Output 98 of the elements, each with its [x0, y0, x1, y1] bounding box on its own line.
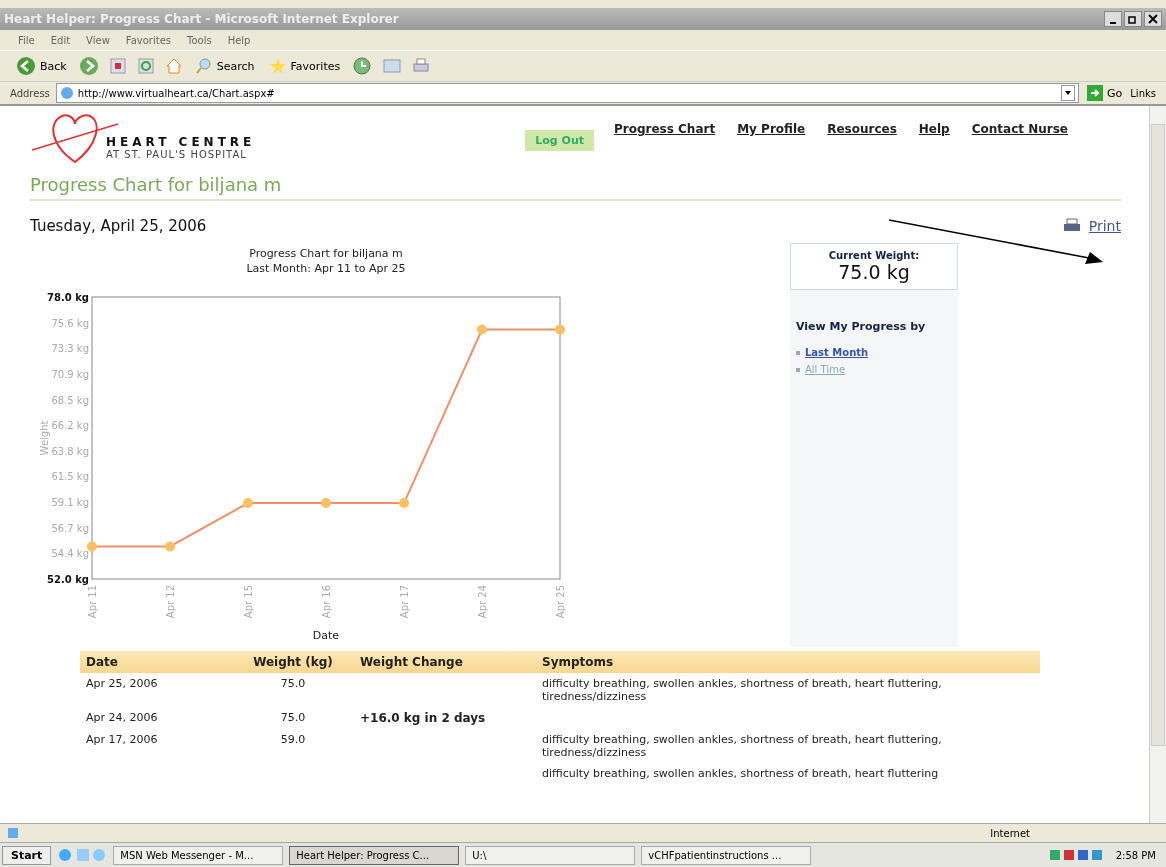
view-progress-heading: View My Progress by [796, 320, 927, 333]
column-header: Date [80, 651, 232, 673]
go-button[interactable]: Go [1085, 85, 1125, 101]
menu-item[interactable]: Help [227, 34, 251, 46]
view-option-link[interactable]: Last Month [805, 347, 869, 358]
nav-link[interactable]: My Profile [737, 122, 806, 136]
taskbar-button[interactable]: Heart Helper: Progress C... [289, 845, 460, 865]
table-cell: Apr 25, 2006 [86, 677, 158, 690]
y-tick-label: 52.0 kg [47, 574, 89, 585]
nav-link[interactable]: Contact Nurse [971, 122, 1068, 136]
close-icon [1148, 14, 1158, 24]
taskbar-button[interactable]: U:\ [465, 845, 636, 865]
nav-link[interactable]: Progress Chart [614, 122, 716, 136]
x-tick-label: Apr 17 [399, 585, 410, 619]
column-header: Weight (kg) [232, 651, 354, 673]
current-weight-value: 75.0 kg [838, 261, 910, 283]
y-axis-title: Weight [39, 420, 50, 456]
y-tick-label: 78.0 kg [47, 292, 89, 303]
data-point [243, 498, 253, 509]
menu-item[interactable]: Edit [50, 34, 71, 46]
search-icon [194, 57, 213, 75]
back-button[interactable]: Back [14, 56, 69, 76]
x-tick-label: Apr 25 [555, 585, 566, 619]
print-link[interactable]: Print [1062, 218, 1121, 234]
date-label: Tuesday, April 25, 2006 [30, 217, 207, 235]
window-title: Heart Helper: Progress Chart - Microsoft Internet Explorer [4, 12, 400, 26]
page-icon [6, 826, 20, 840]
x-axis-title: Date [312, 629, 340, 642]
column-header: Symptoms [536, 651, 1040, 673]
column-header: Weight Change [354, 651, 536, 673]
address-field[interactable]: http://www.virtualheart.ca/Chart.aspx# [55, 83, 1080, 103]
history-icon[interactable] [352, 56, 373, 76]
table-cell: +16.0 kg in 2 days [360, 711, 486, 725]
table-cell: difficulty breathing, swollen ankles, shortness of breath, heart fluttering [542, 767, 939, 780]
page-title: Progress Chart for biljana m [30, 174, 1121, 201]
links-button[interactable]: Links [1130, 87, 1156, 99]
data-point [165, 541, 175, 552]
nav-link[interactable]: Help [918, 122, 950, 136]
bullet-icon [796, 367, 800, 372]
minimize-button[interactable] [1104, 11, 1122, 27]
page-icon [59, 86, 74, 100]
address-label: Address [10, 87, 50, 99]
printer-icon [1062, 218, 1081, 234]
data-point [399, 498, 409, 509]
y-tick-label: 73.3 kg [51, 343, 89, 354]
y-tick-label: 56.7 kg [51, 523, 89, 534]
y-tick-label: 70.9 kg [51, 369, 89, 380]
menu-item[interactable]: File [18, 34, 35, 46]
x-tick-label: Apr 12 [165, 585, 176, 619]
logo-title: HEART CENTRE [106, 135, 256, 149]
logo-subtitle: AT ST. PAUL'S HOSPITAL [106, 149, 248, 160]
x-tick-label: Apr 15 [243, 585, 254, 619]
restore-icon [1128, 14, 1138, 24]
taskbar-button[interactable]: MSN Web Messenger - M... [113, 845, 284, 865]
y-tick-label: 59.1 kg [51, 497, 89, 508]
restore-button[interactable] [1124, 11, 1142, 27]
table-cell: 59.0 [280, 733, 306, 746]
y-tick-label: 75.6 kg [51, 318, 89, 330]
data-point [321, 498, 331, 509]
current-weight-label: Current Weight: [828, 250, 920, 261]
printer-icon[interactable] [412, 57, 431, 75]
table-cell: Apr 17, 2006 [86, 733, 158, 746]
refresh-icon[interactable] [136, 57, 155, 75]
home-icon[interactable] [164, 57, 183, 75]
x-tick-label: Apr 24 [477, 585, 488, 619]
table-cell: 75.0 [280, 677, 306, 690]
close-button[interactable] [1144, 11, 1162, 27]
y-tick-label: 63.8 kg [51, 446, 89, 457]
data-point [87, 541, 97, 552]
start-button[interactable]: Start [2, 845, 52, 865]
chart-title: Progress Chart for biljana m [249, 247, 403, 260]
y-tick-label: 61.5 kg [51, 470, 89, 482]
star-icon [268, 57, 287, 75]
search-button[interactable]: Search [192, 57, 257, 75]
clock: 2:58 PM [1115, 849, 1156, 861]
taskbar-button[interactable]: vCHFpatientinstructions ... [641, 845, 812, 865]
minimize-icon [1110, 22, 1116, 24]
x-tick-label: Apr 11 [87, 585, 98, 619]
table-cell: 75.0 [280, 711, 306, 724]
menu-item[interactable]: View [86, 34, 110, 46]
table-cell: Apr 24, 2006 [86, 711, 158, 724]
vertical-scrollbar[interactable] [1149, 106, 1166, 823]
table-cell: difficulty breathing, swollen ankles, shortness of breath, heart fluttering, tiredness/dizziness [542, 733, 942, 759]
y-tick-label: 68.5 kg [51, 395, 89, 407]
y-tick-label: 54.4 kg [51, 547, 89, 559]
menu-item[interactable]: Tools [187, 34, 212, 46]
nav-link[interactable]: Resources [827, 122, 897, 136]
bullet-icon [796, 350, 800, 355]
table-cell: difficulty breathing, swollen ankles, shortness of breath, heart fluttering, tiredness/dizziness [542, 677, 942, 703]
favorites-button[interactable]: Favorites [266, 57, 343, 75]
menu-item[interactable]: Favorites [125, 34, 171, 46]
security-zone-label: Internet [990, 827, 1030, 839]
x-tick-label: Apr 16 [321, 585, 332, 619]
y-tick-label: 66.2 kg [51, 420, 89, 431]
chart-title: Last Month: Apr 11 to Apr 25 [246, 262, 406, 275]
data-point [477, 324, 487, 335]
stop-icon[interactable] [108, 57, 127, 75]
data-point [555, 324, 565, 335]
